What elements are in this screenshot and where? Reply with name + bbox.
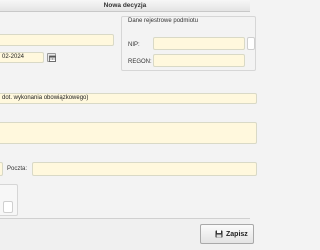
lower-left-control[interactable] xyxy=(3,201,13,213)
city-field[interactable] xyxy=(0,162,3,176)
nip-field[interactable] xyxy=(153,37,245,50)
regon-field[interactable] xyxy=(153,54,245,67)
save-icon xyxy=(215,230,223,240)
regon-label: REGON: xyxy=(128,59,152,65)
address-field[interactable] xyxy=(0,122,257,144)
window-title-bar: Nowa decyzja xyxy=(0,0,250,12)
save-button-label: Zapisz xyxy=(226,231,248,238)
post-label: Poczta: xyxy=(7,166,28,172)
name-field[interactable] xyxy=(0,34,114,46)
calendar-icon xyxy=(49,55,56,62)
nip-extra-field[interactable] xyxy=(247,37,255,50)
obligation-field[interactable]: dot. wykonania obowiązkowego) xyxy=(0,93,257,104)
date-value: 02-2024 xyxy=(2,54,25,60)
save-button[interactable]: Zapisz xyxy=(200,224,254,244)
obligation-field-value: dot. wykonania obowiązkowego) xyxy=(2,95,89,101)
date-field[interactable]: 02-2024 xyxy=(0,52,44,63)
nip-label: NIP: xyxy=(128,42,140,48)
calendar-button[interactable] xyxy=(47,53,56,62)
window-title: Nowa decyzja xyxy=(103,2,147,9)
post-field[interactable] xyxy=(32,162,257,176)
registry-group-title: Dane rejestrowe podmiotu xyxy=(128,18,199,24)
